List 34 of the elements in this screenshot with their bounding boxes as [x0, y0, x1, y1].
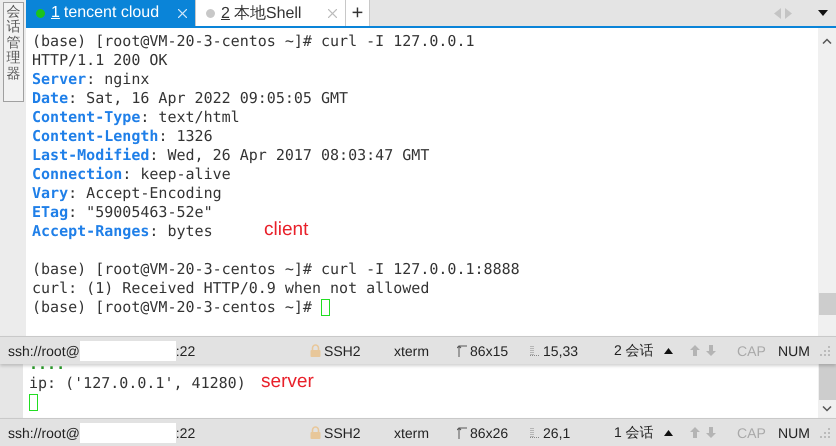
terminal-line: Connection: keep-alive	[32, 165, 231, 183]
status-address: ssh://root@	[8, 424, 80, 440]
annotation-label: client	[264, 220, 308, 239]
terminal-line: Vary: Accept-Encoding	[32, 184, 222, 202]
status-size: 86x15	[470, 342, 508, 358]
caps-lock-indicator: CAP	[737, 424, 766, 440]
status-terminal: xterm	[394, 342, 429, 358]
terminal-line: Last-Modified: Wed, 26 Apr 2017 08:03:47 GMT	[32, 146, 430, 164]
status-terminal: xterm	[394, 424, 429, 440]
session-count: 2 会话	[614, 342, 654, 360]
terminal-line: ip: ('127.0.0.1', 41280)	[29, 374, 246, 392]
status-port: :22	[176, 342, 196, 358]
terminal-line: (base) [root@VM-20-3-centos ~]# curl -I 127.0.0.1	[32, 32, 475, 50]
terminal-line: Accept-Ranges: bytes	[32, 222, 213, 240]
status-size: 86x26	[470, 424, 508, 440]
terminal-line: HTTP/1.1 200 OK	[32, 51, 168, 69]
num-lock-indicator: NUM	[778, 342, 810, 358]
terminal-line: Content-Type: text/html	[32, 108, 240, 126]
num-lock-indicator: NUM	[778, 424, 810, 440]
terminal-line: ETag: "59005463-52e"	[32, 203, 213, 221]
annotation-label: server	[261, 372, 314, 391]
status-position: 15,33	[543, 342, 578, 358]
terminal-line: curl: (1) Received HTTP/0.9 when not allowed	[32, 279, 430, 297]
terminal-line: Content-Length: 1326	[32, 127, 213, 145]
terminal-line: Date: Sat, 16 Apr 2022 09:05:05 GMT	[32, 89, 348, 107]
status-protocol: SSH2	[324, 342, 361, 358]
session-count: 1 会话	[614, 424, 654, 442]
terminal-line: (base) [root@VM-20-3-centos ~]#	[32, 298, 313, 316]
status-protocol: SSH2	[324, 424, 361, 440]
caps-lock-indicator: CAP	[737, 342, 766, 358]
status-port: :22	[176, 424, 196, 440]
terminal-line: (base) [root@VM-20-3-centos ~]# curl -I 127.0.0.1:8888	[32, 260, 520, 278]
status-position: 26,1	[543, 424, 570, 440]
terminal-line: Server: nginx	[32, 70, 150, 88]
